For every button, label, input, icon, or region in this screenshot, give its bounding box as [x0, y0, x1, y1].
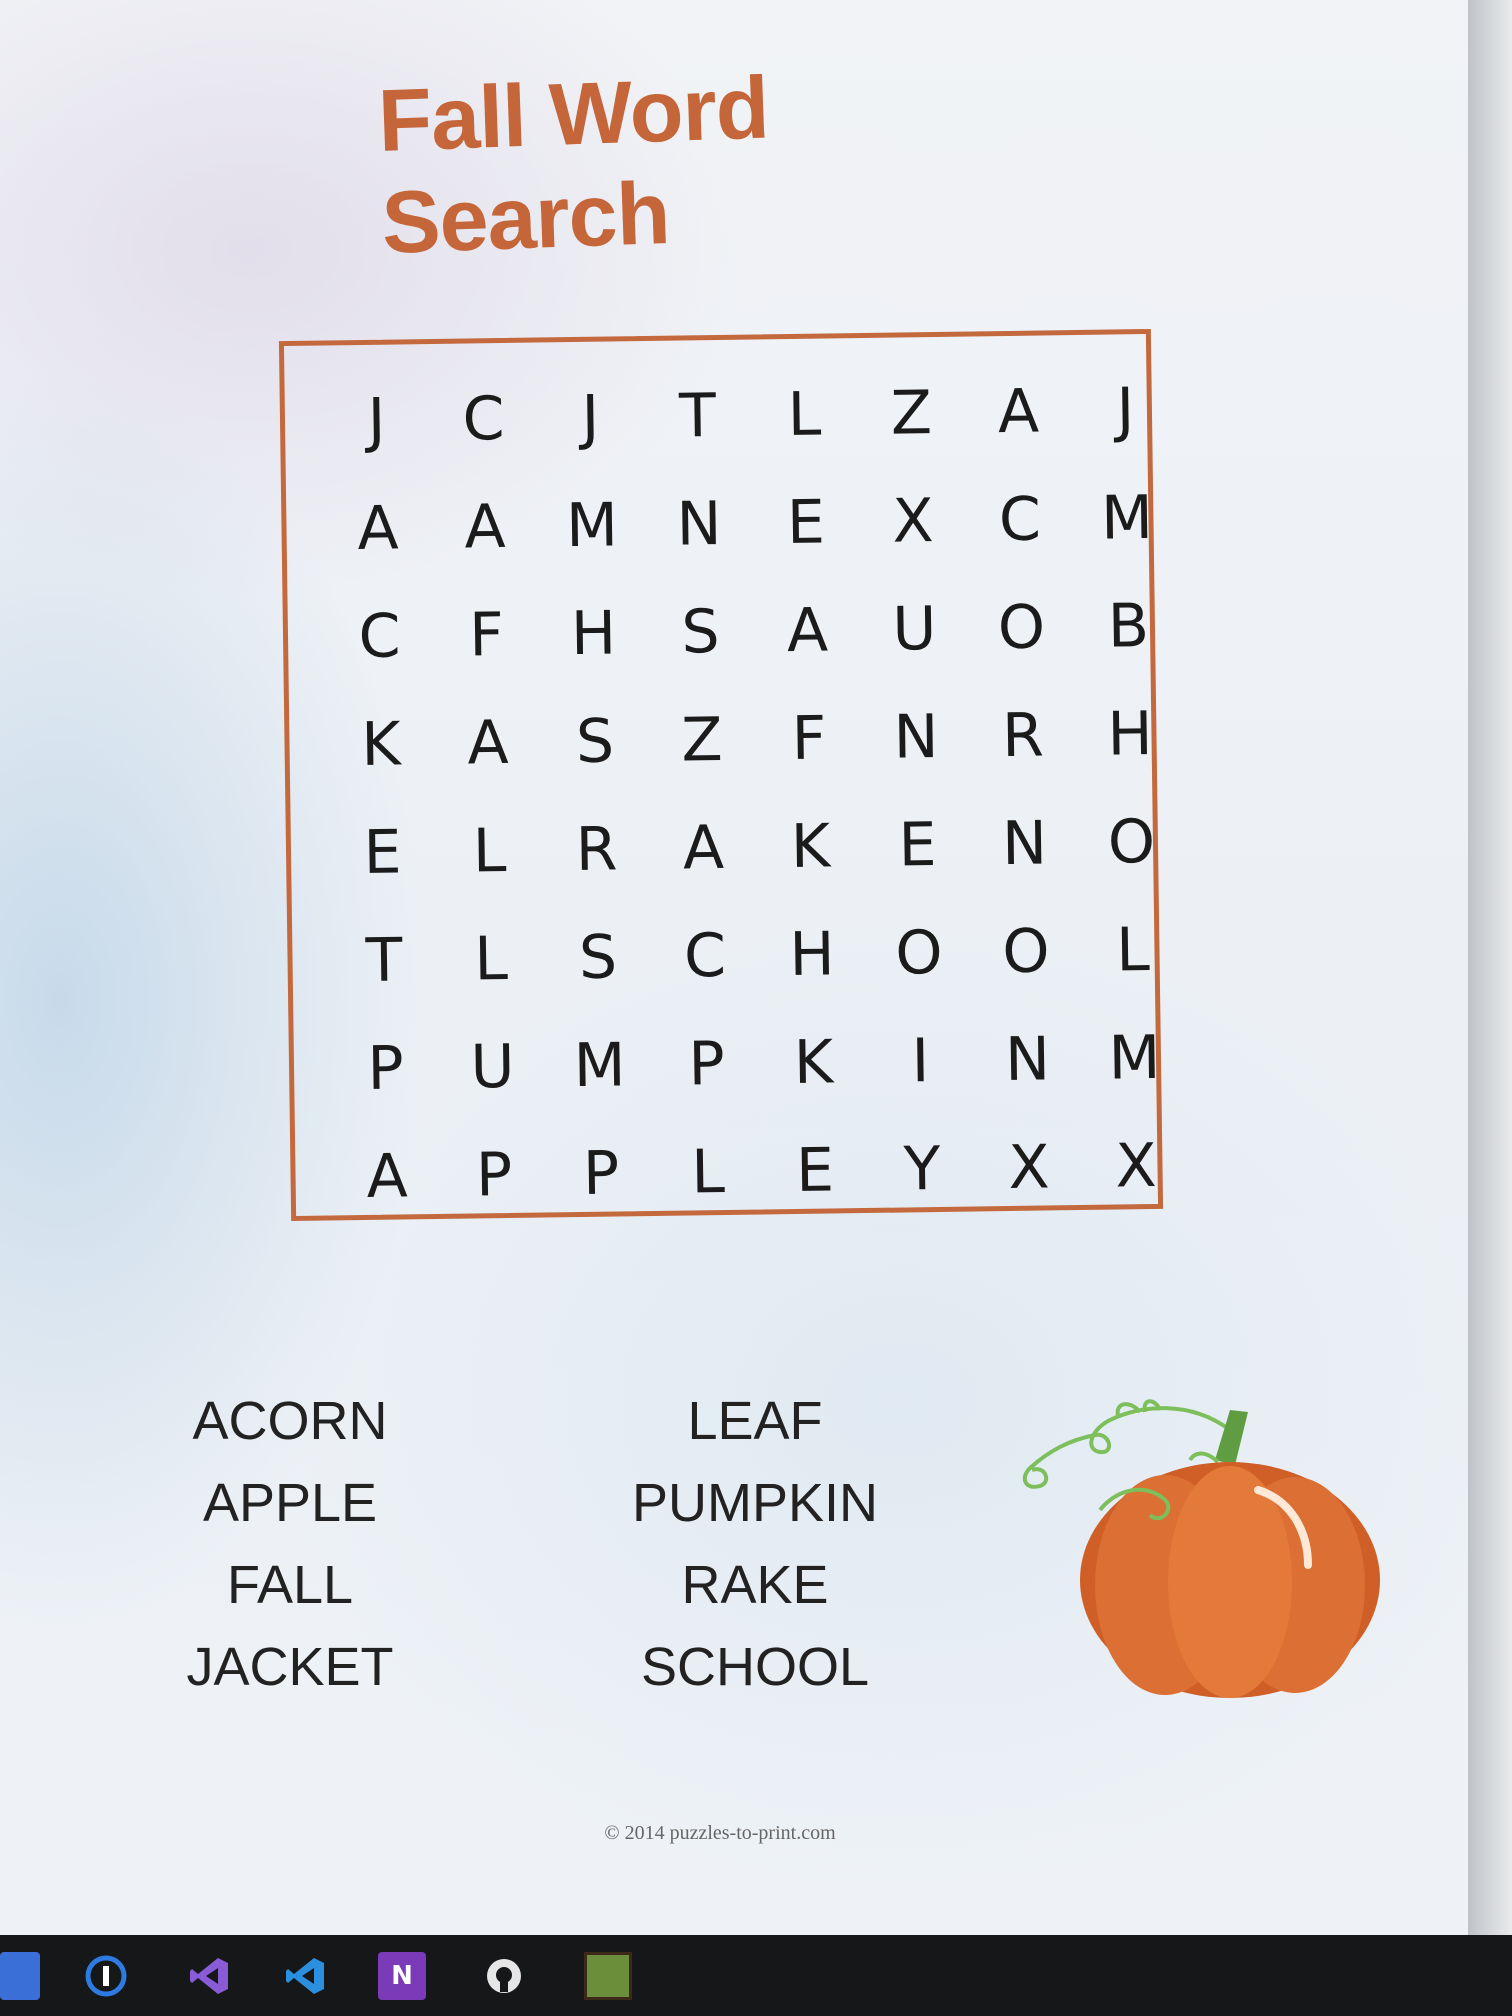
- grid-cell: C: [358, 601, 401, 673]
- word-list-item: RAKE: [681, 1555, 829, 1615]
- grid-cell: Z: [890, 378, 933, 449]
- grid-cell: M: [573, 1030, 626, 1102]
- grid-cell: M: [1100, 482, 1154, 554]
- grid-cell: O: [997, 592, 1046, 664]
- grid-cell: E: [795, 1135, 835, 1206]
- grid-cell: O: [1001, 916, 1051, 988]
- grid-cell: M: [1108, 1022, 1161, 1094]
- grid-cell: A: [366, 1141, 409, 1212]
- grid-cell: C: [998, 484, 1042, 556]
- word-list-item: FALL: [226, 1555, 354, 1615]
- grid-cell: E: [363, 817, 402, 888]
- word-list-item: JACKET: [186, 1637, 394, 1697]
- stem-icon: [1215, 1410, 1248, 1465]
- grid-cell: K: [790, 811, 831, 883]
- grid-cell: K: [793, 1027, 834, 1099]
- word-list-column-2: LEAF PUMPKIN RAKE SCHOOL: [600, 1380, 910, 1708]
- grid-cell: F: [468, 600, 505, 671]
- grid-cell: B: [1107, 591, 1150, 662]
- grid-cell: F: [791, 703, 827, 775]
- grid-cell: J: [581, 382, 600, 453]
- 1password-icon[interactable]: [82, 1952, 130, 2000]
- grid-cell: H: [570, 598, 617, 670]
- onenote-icon[interactable]: N: [378, 1952, 426, 2000]
- word-list-item: SCHOOL: [640, 1637, 870, 1697]
- grid-cell: U: [892, 593, 937, 665]
- grid-cell: X: [1007, 1132, 1051, 1204]
- grid-cell: H: [788, 919, 836, 991]
- minecraft-icon[interactable]: [584, 1952, 632, 2000]
- grid-cell: L: [690, 1136, 726, 1208]
- grid-cell: Y: [903, 1133, 941, 1205]
- grid-cell: S: [680, 597, 721, 668]
- grid-cell: T: [678, 381, 717, 452]
- grid-cell: N: [1004, 1024, 1051, 1096]
- grid-cell: K: [360, 709, 402, 781]
- grid-cell: U: [470, 1031, 515, 1103]
- monitor-bezel: [1468, 0, 1512, 1935]
- page-title: Fall Word Search: [376, 57, 770, 272]
- grid-cell: L: [1115, 915, 1151, 986]
- grid-cell: T: [365, 925, 403, 996]
- grid-cell: O: [894, 917, 944, 989]
- grid-cell: A: [464, 491, 507, 563]
- grid-cell: A: [467, 707, 510, 779]
- grid-cell: R: [1001, 700, 1045, 772]
- pumpkin-illustration: [1022, 1399, 1380, 1698]
- grid-cell: A: [997, 376, 1040, 448]
- grid-cell: H: [1106, 698, 1154, 770]
- grid-cell: O: [1107, 806, 1156, 878]
- grid-cell: S: [578, 922, 618, 993]
- grid-cell: N: [676, 488, 722, 560]
- grid-cell: A: [682, 812, 725, 884]
- grid-cell: E: [786, 487, 826, 559]
- grid-cell: A: [357, 493, 400, 565]
- grid-cell: R: [575, 814, 618, 886]
- visual-studio-icon[interactable]: [186, 1952, 234, 2000]
- grid-cell: J: [367, 385, 386, 456]
- grid-cell: C: [683, 920, 727, 992]
- grid-cell: S: [575, 706, 615, 778]
- word-list-item: LEAF: [687, 1391, 823, 1451]
- grid-cell: X: [1114, 1130, 1158, 1202]
- word-list-item: ACORN: [192, 1391, 388, 1451]
- copyright-text: © 2014 puzzles-to-print.com: [604, 1822, 836, 1844]
- grid-cell: P: [582, 1138, 620, 1209]
- grid-cell: L: [787, 379, 822, 451]
- word-list-item: APPLE: [202, 1473, 378, 1533]
- grid-cell: E: [898, 810, 937, 881]
- start-icon[interactable]: [0, 1952, 40, 2000]
- grid-cell: P: [687, 1028, 726, 1100]
- grid-cell: Z: [680, 704, 724, 776]
- word-list-item: PUMPKIN: [631, 1473, 879, 1533]
- word-search-grid: JCJTLZAJAAMNEXCMCFHSAUOBKASZFNRHELRAKENO…: [322, 356, 1190, 1232]
- word-search-grid-frame: JCJTLZAJAAMNEXCMCFHSAUOBKASZFNRHELRAKENO…: [278, 328, 1164, 1222]
- grid-cell: L: [473, 923, 509, 995]
- word-list-column-1: ACORN APPLE FALL JACKET: [160, 1380, 420, 1708]
- grid-cell: M: [565, 490, 619, 562]
- grid-cell: N: [1001, 808, 1048, 880]
- vscode-icon[interactable]: [282, 1952, 330, 2000]
- github-icon[interactable]: [480, 1952, 528, 2000]
- grid-cell: A: [786, 595, 829, 667]
- grid-cell: I: [911, 1026, 930, 1097]
- grid-cell: X: [891, 486, 935, 557]
- grid-cell: L: [472, 816, 507, 887]
- grid-cell: N: [893, 701, 939, 773]
- grid-cell: P: [475, 1139, 513, 1211]
- grid-cell: J: [1116, 375, 1135, 446]
- grid-cell: P: [366, 1033, 405, 1104]
- grid-cell: C: [462, 383, 505, 455]
